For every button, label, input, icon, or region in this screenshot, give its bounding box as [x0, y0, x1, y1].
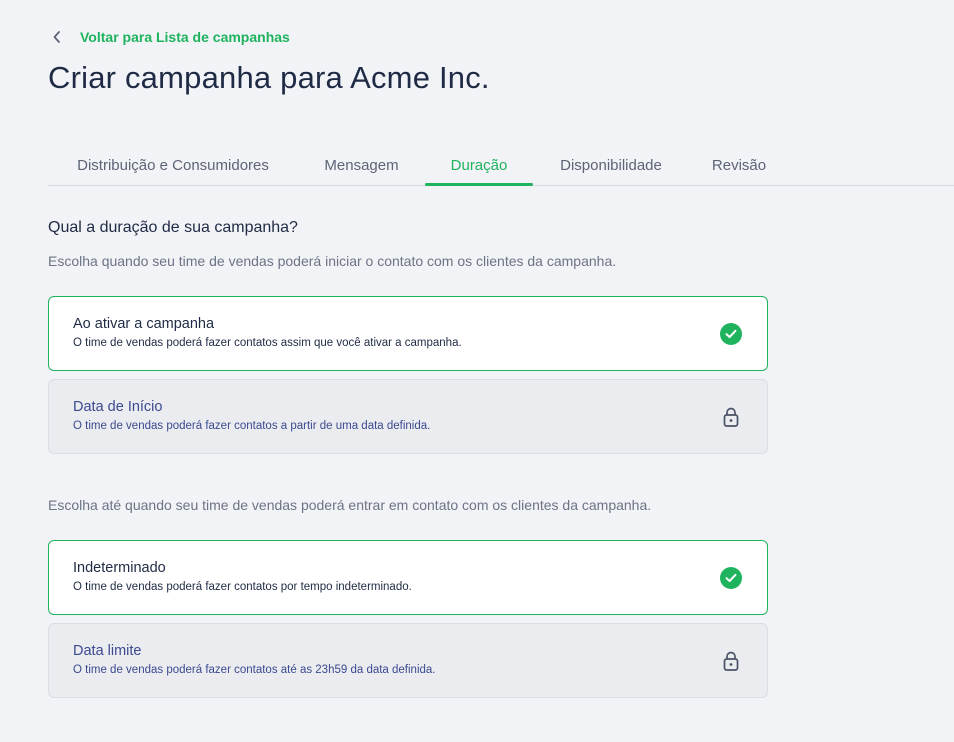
option-description: O time de vendas poderá fazer contatos a… [73, 420, 431, 432]
back-link-label: Voltar para Lista de campanhas [80, 29, 290, 45]
option-end-indeterminate[interactable]: Indeterminado O time de vendas poderá fa… [48, 540, 768, 615]
option-title: Ao ativar a campanha [73, 316, 215, 332]
option-description: O time de vendas poderá fazer contatos a… [73, 337, 462, 349]
option-title: Indeterminado [73, 560, 166, 576]
tab-duration[interactable]: Duração [425, 145, 533, 186]
back-to-campaigns-link[interactable]: Voltar para Lista de campanhas [48, 27, 290, 47]
option-start-on-activation[interactable]: Ao ativar a campanha O time de vendas po… [48, 296, 768, 371]
chevron-left-icon [48, 28, 66, 46]
option-description: O time de vendas poderá fazer contatos a… [73, 664, 436, 676]
check-circle-icon [720, 323, 742, 345]
tab-availability[interactable]: Disponibilidade [533, 145, 689, 185]
lock-icon [720, 650, 742, 672]
end-subtitle: Escolha até quando seu time de vendas po… [48, 497, 652, 513]
lock-icon [720, 406, 742, 428]
tab-message[interactable]: Mensagem [298, 145, 425, 185]
check-circle-icon [720, 567, 742, 589]
option-description: O time de vendas poderá fazer contatos p… [73, 581, 412, 593]
page-title: Criar campanha para Acme Inc. [48, 60, 490, 95]
tab-distribution-consumers[interactable]: Distribuição e Consumidores [48, 145, 298, 185]
option-start-date[interactable]: Data de Início O time de vendas poderá f… [48, 379, 768, 454]
tab-review[interactable]: Revisão [689, 145, 789, 185]
option-title: Data limite [73, 643, 142, 659]
option-title: Data de Início [73, 399, 163, 415]
duration-question: Qual a duração de sua campanha? [48, 219, 298, 236]
start-subtitle: Escolha quando seu time de vendas poderá… [48, 253, 617, 269]
step-tabs: Distribuição e Consumidores Mensagem Dur… [48, 145, 954, 186]
option-end-limit-date[interactable]: Data limite O time de vendas poderá faze… [48, 623, 768, 698]
